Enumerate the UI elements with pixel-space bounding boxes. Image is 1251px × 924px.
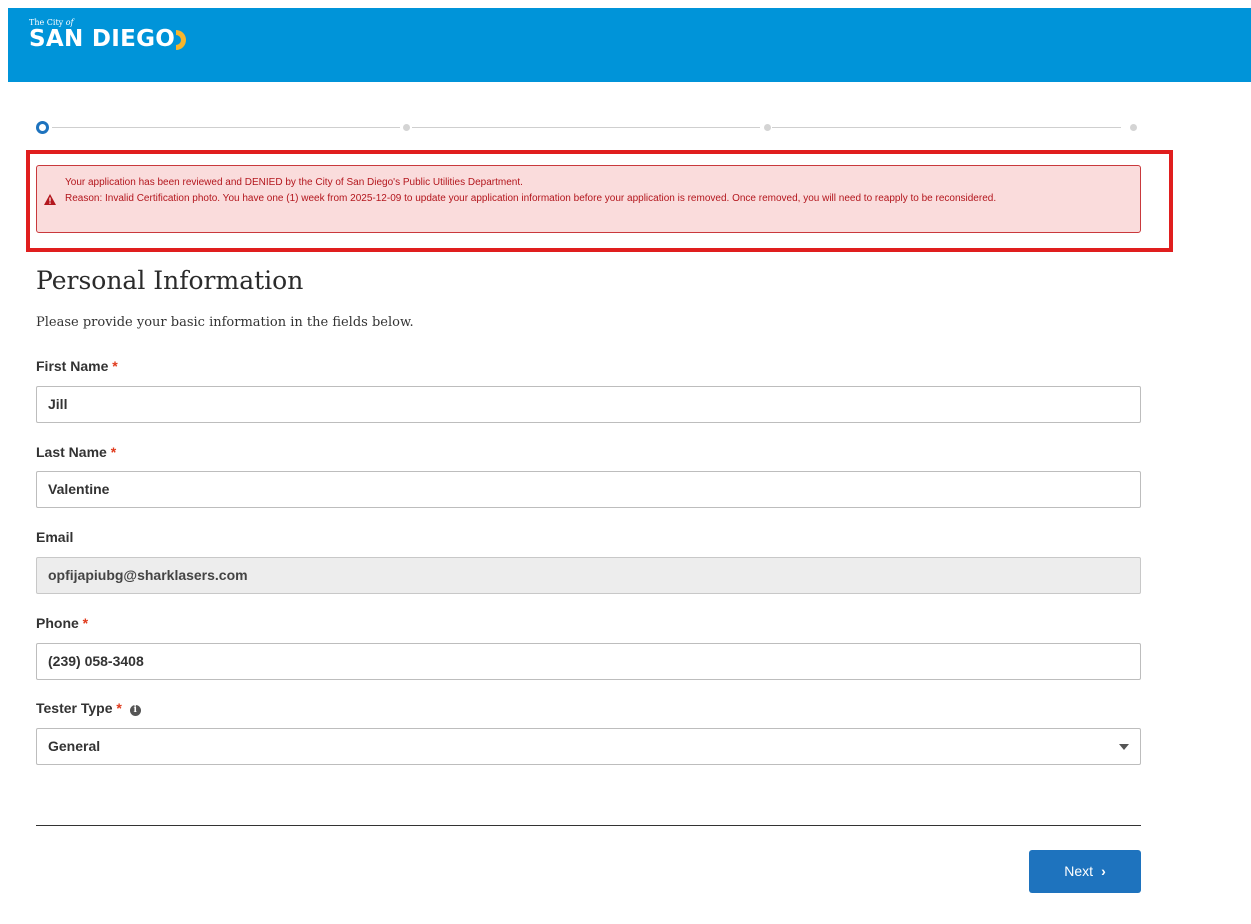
tester-type-select[interactable]: General <box>36 728 1141 765</box>
next-button[interactable]: Next › <box>1029 850 1141 893</box>
first-name-label: First Name * <box>36 358 118 374</box>
warning-icon <box>44 194 56 205</box>
sun-logo-icon <box>175 30 186 50</box>
step-2 <box>403 124 410 131</box>
step-3 <box>764 124 771 131</box>
required-marker: * <box>110 444 117 460</box>
step-4 <box>1130 124 1137 131</box>
required-marker: * <box>116 700 122 716</box>
step-1-current <box>36 121 49 134</box>
form-divider <box>36 825 1141 826</box>
tester-type-label: Tester Type * i <box>36 700 141 716</box>
page-subtitle: Please provide your basic information in… <box>36 315 414 330</box>
phone-label: Phone * <box>36 615 89 631</box>
required-marker: * <box>112 358 118 374</box>
chevron-right-icon: › <box>1101 863 1106 879</box>
alert-line-2: Reason: Invalid Certification photo. You… <box>65 193 997 204</box>
stepper-line <box>52 127 400 128</box>
first-name-field[interactable]: Jill <box>36 386 1141 423</box>
phone-field[interactable]: (239) 058-3408 <box>36 643 1141 680</box>
progress-stepper <box>36 120 1140 134</box>
stepper-line <box>412 127 760 128</box>
tester-type-value: General <box>48 738 101 754</box>
alert-message: Your application has been reviewed and D… <box>65 175 1122 207</box>
last-name-label: Last Name * <box>36 444 117 460</box>
next-button-label: Next <box>1064 863 1094 879</box>
email-field: opfijapiubg@sharklasers.com <box>36 557 1141 594</box>
required-marker: * <box>82 615 89 631</box>
page-title: Personal Information <box>36 266 304 295</box>
last-name-field[interactable]: Valentine <box>36 471 1141 508</box>
info-icon[interactable]: i <box>129 705 141 716</box>
stepper-line <box>772 127 1121 128</box>
site-header: The City of SAN DIEGO <box>8 8 1251 82</box>
alert-line-1: Your application has been reviewed and D… <box>65 177 523 188</box>
dropdown-caret-icon <box>1119 744 1129 750</box>
logo-big-text: SAN DIEGO <box>29 26 176 52</box>
denied-alert: Your application has been reviewed and D… <box>36 165 1141 233</box>
city-logo[interactable]: The City of SAN DIEGO <box>29 18 190 51</box>
email-label: Email <box>36 529 74 545</box>
